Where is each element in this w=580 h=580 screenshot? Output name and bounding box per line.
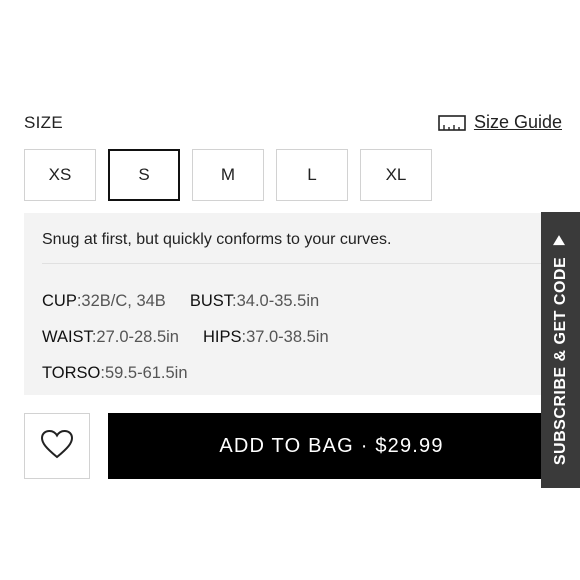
- size-guide-label: Size Guide: [473, 112, 562, 132]
- size-options: XS S M L XL: [24, 149, 432, 201]
- size-guide-link[interactable]: Size Guide: [438, 112, 562, 133]
- subscribe-tab-content: SUBSCRIBE & GET CODE: [551, 234, 570, 466]
- spec-key: HIPS: [202, 327, 242, 346]
- spec-row: CUP:32B/C, 34B BUST:34.0-35.5in: [42, 283, 329, 319]
- spec-row: WAIST:27.0-28.5in HIPS:37.0-38.5in: [42, 319, 329, 355]
- spec-key: TORSO: [42, 363, 101, 382]
- spec-value: :27.0-28.5in: [91, 327, 179, 346]
- spec-torso: TORSO:59.5-61.5in: [42, 364, 188, 383]
- spec-row: TORSO:59.5-61.5in: [42, 355, 329, 391]
- spec-hips: HIPS:37.0-38.5in: [203, 328, 329, 347]
- ruler-icon: [438, 114, 466, 132]
- fit-note: Snug at first, but quickly conforms to y…: [42, 231, 392, 248]
- triangle-up-icon: [552, 234, 570, 247]
- size-specs: CUP:32B/C, 34B BUST:34.0-35.5in WAIST:27…: [42, 283, 329, 391]
- spec-value: :59.5-61.5in: [100, 363, 188, 382]
- size-info-panel: Snug at first, but quickly conforms to y…: [24, 213, 555, 395]
- size-option-l[interactable]: L: [276, 149, 348, 201]
- size-option-xs[interactable]: XS: [24, 149, 96, 201]
- subscribe-label: SUBSCRIBE & GET CODE: [551, 256, 569, 466]
- spec-bust: BUST:34.0-35.5in: [190, 292, 319, 311]
- wishlist-button[interactable]: [24, 413, 90, 479]
- spec-value: :32B/C, 34B: [76, 291, 166, 310]
- spec-value: :34.0-35.5in: [232, 291, 320, 310]
- divider: [42, 263, 555, 264]
- size-option-s[interactable]: S: [108, 149, 180, 201]
- spec-key: BUST: [189, 291, 233, 310]
- subscribe-tab[interactable]: SUBSCRIBE & GET CODE: [541, 212, 580, 488]
- spec-waist: WAIST:27.0-28.5in: [42, 328, 179, 347]
- spec-key: WAIST: [42, 327, 92, 346]
- heart-icon: [40, 429, 74, 464]
- spec-value: :37.0-38.5in: [241, 327, 329, 346]
- size-label: SIZE: [24, 113, 63, 132]
- add-to-bag-button[interactable]: ADD TO BAG · $29.99: [108, 413, 555, 479]
- size-option-m[interactable]: M: [192, 149, 264, 201]
- spec-key: CUP: [42, 291, 77, 310]
- size-option-xl[interactable]: XL: [360, 149, 432, 201]
- spec-cup: CUP:32B/C, 34B: [42, 292, 166, 311]
